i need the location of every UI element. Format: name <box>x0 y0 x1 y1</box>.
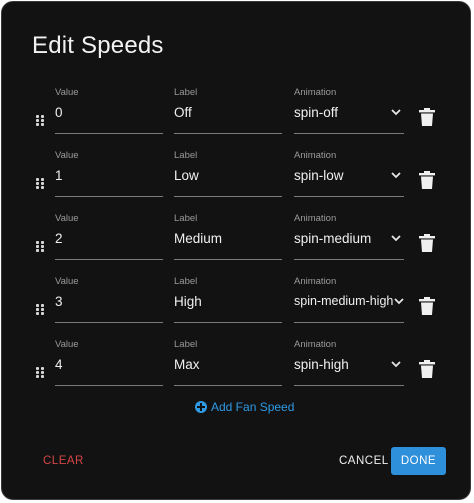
animation-select-value: spin-off <box>294 105 339 120</box>
label-field-label: Label <box>174 150 198 161</box>
value-field-label: Value <box>55 213 79 224</box>
value-field-input[interactable]: 3 <box>55 294 63 309</box>
animation-select[interactable]: Animation spin-medium <box>294 213 404 260</box>
drag-handle-icon[interactable] <box>36 115 46 127</box>
label-field-label: Label <box>174 213 198 224</box>
clear-button[interactable]: CLEAR <box>43 455 84 467</box>
value-field-input[interactable]: 4 <box>55 357 63 372</box>
value-field[interactable]: Value 4 <box>55 339 163 386</box>
value-field-label: Value <box>55 276 79 287</box>
speed-row: Value 4 Label Max Animation spin-high <box>2 339 472 399</box>
animation-select-label: Animation <box>294 87 337 98</box>
dialog-title: Edit Speeds <box>32 32 164 59</box>
trash-icon[interactable] <box>419 360 435 378</box>
chevron-down-icon[interactable] <box>391 109 401 116</box>
value-field[interactable]: Value 2 <box>55 213 163 260</box>
animation-select-value: spin-low <box>294 168 344 183</box>
animation-select-value: spin-medium <box>294 231 372 246</box>
label-field-input[interactable]: Low <box>174 168 199 183</box>
label-field[interactable]: Label Medium <box>174 213 282 260</box>
label-field[interactable]: Label Off <box>174 87 282 134</box>
label-field-label: Label <box>174 339 198 350</box>
cancel-button[interactable]: CANCEL <box>339 455 389 467</box>
speed-row: Value 3 Label High Animation spin-medium… <box>2 276 472 336</box>
animation-select-label: Animation <box>294 213 337 224</box>
add-fan-speed-button[interactable]: Add Fan Speed <box>195 400 294 414</box>
label-field-input[interactable]: Off <box>174 105 192 120</box>
label-field-input[interactable]: Medium <box>174 231 222 246</box>
edit-speeds-dialog: Edit Speeds Value 0 Label Off Animation … <box>1 1 471 500</box>
value-field-label: Value <box>55 339 79 350</box>
trash-icon[interactable] <box>419 297 435 315</box>
animation-select[interactable]: Animation spin-medium-high <box>294 276 404 323</box>
animation-select[interactable]: Animation spin-off <box>294 87 404 134</box>
animation-select-label: Animation <box>294 276 337 287</box>
value-field-label: Value <box>55 150 79 161</box>
animation-select-label: Animation <box>294 339 337 350</box>
label-field[interactable]: Label High <box>174 276 282 323</box>
chevron-down-icon[interactable] <box>391 361 401 368</box>
value-field-input[interactable]: 2 <box>55 231 63 246</box>
value-field[interactable]: Value 0 <box>55 87 163 134</box>
drag-handle-icon[interactable] <box>36 178 46 190</box>
done-button[interactable]: DONE <box>391 447 446 475</box>
label-field-label: Label <box>174 276 198 287</box>
label-field-input[interactable]: High <box>174 294 202 309</box>
value-field-label: Value <box>55 87 79 98</box>
chevron-down-icon[interactable] <box>394 298 404 305</box>
chevron-down-icon[interactable] <box>391 235 401 242</box>
animation-select[interactable]: Animation spin-high <box>294 339 404 386</box>
trash-icon[interactable] <box>419 234 435 252</box>
value-field-input[interactable]: 0 <box>55 105 63 120</box>
speed-row: Value 1 Label Low Animation spin-low <box>2 150 472 210</box>
label-field-input[interactable]: Max <box>174 357 200 372</box>
label-field[interactable]: Label Max <box>174 339 282 386</box>
trash-icon[interactable] <box>419 108 435 126</box>
value-field[interactable]: Value 3 <box>55 276 163 323</box>
animation-select-value: spin-high <box>294 357 349 372</box>
chevron-down-icon[interactable] <box>391 172 401 179</box>
value-field[interactable]: Value 1 <box>55 150 163 197</box>
drag-handle-icon[interactable] <box>36 304 46 316</box>
label-field-label: Label <box>174 87 198 98</box>
animation-select-value: spin-medium-high <box>294 294 394 308</box>
plus-circle-icon <box>195 401 207 413</box>
speed-row: Value 0 Label Off Animation spin-off <box>2 87 472 147</box>
add-fan-speed-label: Add Fan Speed <box>211 400 295 414</box>
value-field-input[interactable]: 1 <box>55 168 63 183</box>
label-field[interactable]: Label Low <box>174 150 282 197</box>
animation-select[interactable]: Animation spin-low <box>294 150 404 197</box>
trash-icon[interactable] <box>419 171 435 189</box>
drag-handle-icon[interactable] <box>36 367 46 379</box>
drag-handle-icon[interactable] <box>36 241 46 253</box>
speed-row: Value 2 Label Medium Animation spin-medi… <box>2 213 472 273</box>
animation-select-label: Animation <box>294 150 337 161</box>
